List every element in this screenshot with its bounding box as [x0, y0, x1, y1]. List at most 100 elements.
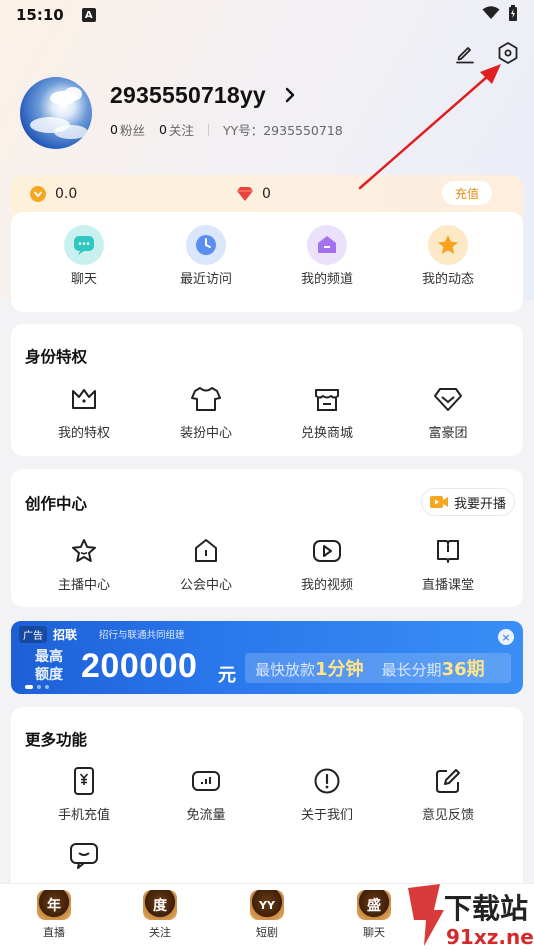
ad-pill: 最快放款1分钟 最长分期36期 [245, 653, 511, 683]
nav-tab-chat[interactable]: 盛 聊天 [339, 890, 409, 940]
follow-count: 0 [158, 122, 167, 137]
more-item-label: 免流量 [186, 808, 226, 823]
creation-title: 创作中心 [25, 495, 88, 513]
ad-subtitle: 招行与联通共同组建 [99, 630, 185, 641]
chat-bubble-icon [64, 225, 104, 265]
quick-action-label: 我的频道 [300, 272, 353, 287]
coin-balance: 0.0 [55, 186, 78, 202]
pencil-icon [456, 47, 474, 64]
more-item-message[interactable] [29, 838, 139, 872]
coin-balance-row[interactable]: 0.0 [29, 184, 77, 204]
phone-yen-icon [74, 767, 94, 795]
nav-label: 直播 [43, 926, 65, 939]
diamond-balance: 0 [262, 186, 271, 202]
quick-action-recent[interactable]: 最近访问 [151, 225, 261, 287]
clock-icon [186, 225, 226, 265]
settings-hexagon-icon [498, 42, 518, 64]
more-item-label: 关于我们 [300, 808, 353, 823]
fans-label[interactable]: 粉丝 [120, 120, 145, 139]
data-free-icon [192, 771, 220, 791]
creation-item-video[interactable]: 我的视频 [272, 534, 382, 593]
nav-badge: YY [250, 890, 284, 920]
more-item-about[interactable]: 关于我们 [272, 764, 382, 823]
status-time: 15:10 [16, 6, 64, 24]
ad-amount: 200000 [81, 647, 198, 685]
start-live-button[interactable]: 我要开播 [421, 488, 515, 516]
identity-title: 身份特权 [25, 348, 88, 366]
chevron-right-icon[interactable] [284, 86, 296, 104]
creation-item-label: 直播课堂 [421, 578, 474, 593]
quick-action-label: 我的动态 [421, 272, 474, 287]
follow-label[interactable]: 关注 [169, 120, 194, 139]
channel-icon [307, 225, 347, 265]
creation-item-anchor[interactable]: 主播中心 [29, 534, 139, 593]
more-item-label: 意见反馈 [421, 808, 474, 823]
settings-button[interactable] [495, 40, 521, 66]
nav-badge: 年 [37, 890, 71, 920]
crown-icon [72, 389, 96, 409]
more-item-feedback[interactable]: 意见反馈 [393, 764, 503, 823]
more-title: 更多功能 [25, 731, 88, 749]
creation-item-guild[interactable]: 公会中心 [151, 534, 261, 593]
identity-item-rich-club[interactable]: 富豪团 [393, 382, 503, 441]
quick-action-channel[interactable]: 我的频道 [272, 225, 382, 287]
house-icon [195, 539, 217, 562]
red-diamond-icon [237, 187, 253, 201]
quick-action-chat[interactable]: 聊天 [29, 225, 139, 287]
quick-action-label: 聊天 [70, 272, 97, 287]
diamond-balance-row[interactable]: 0 [236, 184, 271, 204]
star-outline-icon [72, 539, 96, 562]
store-icon [315, 389, 339, 411]
avatar[interactable] [20, 77, 92, 149]
profile-stats: 0 粉丝 0 关注 YY号：2935550718 [110, 120, 343, 139]
diamond-outline-icon [434, 388, 462, 411]
recharge-button[interactable]: 充值 [442, 181, 492, 205]
yy-id: YY号：2935550718 [222, 123, 343, 138]
quick-action-moments[interactable]: 我的动态 [393, 225, 503, 287]
more-item-data-free[interactable]: 免流量 [151, 764, 261, 823]
message-icon [70, 843, 98, 869]
identity-item-label: 装扮中心 [179, 426, 232, 441]
ad-left-text: 最高 额度 [35, 649, 63, 683]
creation-item-label: 主播中心 [57, 578, 110, 593]
notification-icon: A [81, 8, 96, 22]
identity-item-dressup[interactable]: 装扮中心 [151, 382, 261, 441]
edit-profile-button[interactable] [452, 40, 478, 66]
more-item-label: 手机充值 [57, 808, 110, 823]
ad-pagination-dots [25, 685, 49, 689]
nav-badge: 度 [143, 890, 177, 920]
ad-tag: 广告 [19, 626, 47, 643]
more-item-phone-recharge[interactable]: 手机充值 [29, 764, 139, 823]
status-bar: 15:10 A [0, 0, 534, 30]
divider [207, 123, 209, 136]
quick-action-label: 最近访问 [179, 272, 232, 287]
username[interactable]: 2935550718yy [110, 82, 266, 109]
creation-item-class[interactable]: 直播课堂 [393, 534, 503, 593]
identity-item-label: 富豪团 [428, 426, 468, 441]
play-icon [313, 540, 341, 562]
ad-unit: 元 [218, 665, 236, 686]
ad-close-button[interactable]: × [498, 629, 514, 645]
identity-item-privilege[interactable]: 我的特权 [29, 382, 139, 441]
star-icon [428, 225, 468, 265]
identity-item-label: 我的特权 [57, 426, 110, 441]
ad-banner[interactable]: 广告 招联 招行与联通共同组建 × 最高 额度 200000 元 最快放款1分钟… [11, 621, 523, 694]
nav-label: 短剧 [256, 926, 278, 939]
site-watermark-logo: 下载站 91xz.net [408, 884, 534, 949]
book-icon [437, 540, 459, 563]
creation-item-label: 我的视频 [300, 578, 353, 593]
nav-label: 关注 [149, 926, 171, 939]
tshirt-icon [191, 387, 221, 411]
identity-item-label: 兑换商城 [300, 426, 353, 441]
wifi-icon [482, 6, 500, 19]
nav-tab-short-drama[interactable]: YY 短剧 [232, 890, 302, 940]
nav-tab-live[interactable]: 年 直播 [19, 890, 89, 940]
battery-icon [509, 5, 517, 21]
svg-text:下载站: 下载站 [444, 892, 528, 925]
fans-count: 0 [110, 122, 118, 137]
nav-tab-follow[interactable]: 度 关注 [125, 890, 195, 940]
feedback-icon [436, 769, 460, 793]
identity-item-store[interactable]: 兑换商城 [272, 382, 382, 441]
nav-badge: 盛 [357, 890, 391, 920]
ad-brand: 招联 [53, 628, 78, 642]
